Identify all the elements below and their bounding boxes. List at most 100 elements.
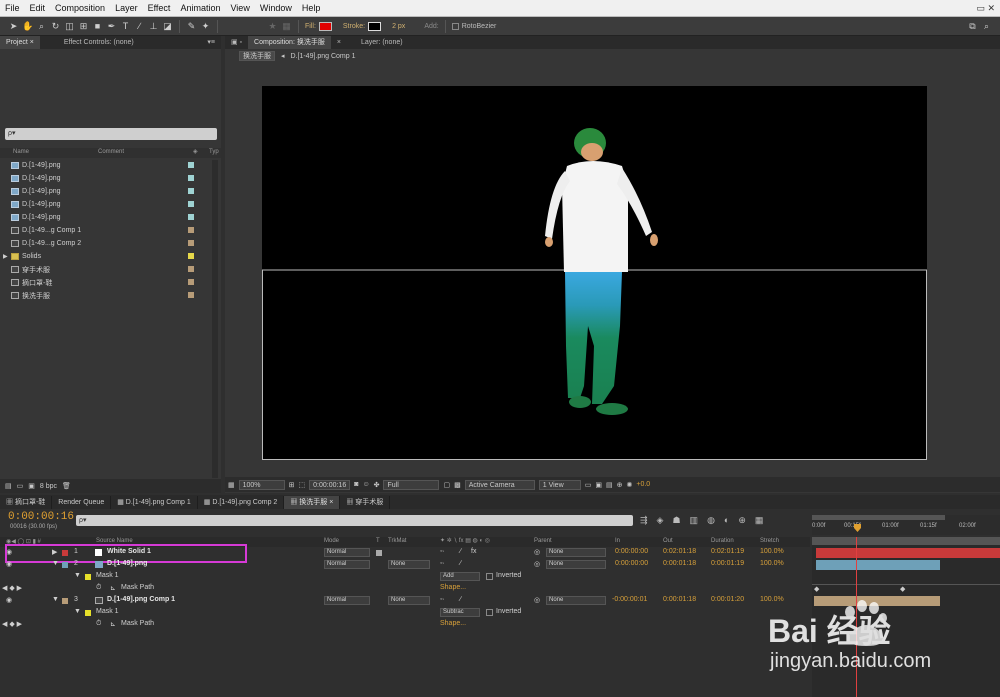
menu-layer[interactable]: Layer	[110, 3, 143, 13]
label-color-swatch[interactable]	[188, 253, 194, 259]
col-duration[interactable]: Duration	[711, 538, 734, 544]
tl-tab-0[interactable]: ▦ 摘口罩-鞋	[0, 495, 53, 509]
auto-keyframe-icon[interactable]: ⊕	[738, 515, 746, 529]
menu-composition[interactable]: Composition	[50, 3, 110, 13]
comp-mini-flowchart-icon[interactable]: ⇶	[640, 515, 648, 529]
parent-pickwhip-icon[interactable]: ◎	[534, 596, 540, 604]
view-layout-dropdown[interactable]: 1 View	[538, 479, 581, 490]
layer-out[interactable]: 0:02:01:18	[663, 548, 696, 555]
inverted-checkbox[interactable]	[486, 573, 493, 580]
workspace-icon[interactable]: ⧉	[967, 21, 978, 32]
col-name[interactable]: Name	[13, 149, 29, 155]
mask-mode-dropdown[interactable]: Subtrac	[440, 608, 480, 617]
project-item[interactable]: D.[1-49].png	[0, 159, 210, 172]
label-color-swatch[interactable]	[188, 292, 194, 298]
parent-pickwhip-icon[interactable]: ◎	[534, 560, 540, 568]
tab-composition[interactable]: Composition: 换洗手服	[248, 36, 331, 49]
project-item[interactable]: D.[1-49].png	[0, 211, 210, 224]
shape-tool-icon[interactable]: ■	[92, 21, 103, 32]
label-color-swatch[interactable]	[188, 266, 194, 272]
layer-out[interactable]: 0:00:01:18	[663, 560, 696, 567]
trkmat-dropdown[interactable]: None	[388, 596, 430, 605]
menu-edit[interactable]: Edit	[25, 3, 51, 13]
motion-blur-icon[interactable]: ◍	[707, 515, 715, 529]
trash-icon[interactable]: 🗑	[62, 482, 71, 490]
label-color-swatch[interactable]	[188, 240, 194, 246]
label-color-swatch[interactable]	[188, 188, 194, 194]
collapse-arrow-icon[interactable]: ▼	[74, 608, 81, 615]
timeline-search-input[interactable]: ρ▾	[76, 515, 633, 526]
resolution-dropdown[interactable]: Full	[383, 479, 440, 490]
tl-tab-5[interactable]: ▦ 穿手术服	[340, 495, 391, 509]
stroke-color-swatch[interactable]	[368, 21, 382, 31]
transparency-grid-icon[interactable]: ▩	[454, 481, 461, 489]
keyframe-diamond-icon[interactable]: ◆	[900, 585, 905, 593]
project-search-input[interactable]: ρ▾	[5, 128, 217, 140]
breadcrumb-subcomp[interactable]: D.[1-49].png Comp 1	[291, 53, 356, 60]
rotobezier-checkbox[interactable]	[451, 22, 459, 30]
draft-3d-icon[interactable]: ◈	[657, 515, 664, 529]
visibility-eye-icon[interactable]: ◉	[6, 560, 12, 568]
trkmat-dropdown[interactable]: None	[388, 560, 430, 569]
new-folder-icon[interactable]: ▭	[17, 482, 24, 490]
layer-stretch[interactable]: 100.0%	[760, 560, 784, 567]
brush-tool-icon[interactable]: ∕	[134, 21, 145, 32]
lock-icon[interactable]: ▣ ▫	[225, 36, 248, 49]
shy-switch-icon[interactable]: ◦·	[440, 596, 445, 603]
mask-label[interactable]: Mask 1	[96, 608, 119, 615]
label-color-swatch[interactable]	[62, 562, 68, 568]
project-item[interactable]: 换洗手服	[0, 289, 210, 302]
keyframe-nav-icon[interactable]: ◀ ◆ ▶	[2, 584, 22, 592]
puppet-tool-icon[interactable]: ✦	[200, 21, 211, 32]
mode-dropdown[interactable]: Normal	[324, 548, 370, 557]
layer-out[interactable]: 0:00:01:18	[663, 596, 696, 603]
stroke-width[interactable]: 2 px	[392, 23, 405, 30]
pen-tool-icon[interactable]: ✒	[106, 21, 117, 32]
exposure-value[interactable]: +0.0	[636, 481, 650, 488]
col-parent[interactable]: Parent	[534, 538, 552, 544]
inverted-checkbox[interactable]	[486, 609, 493, 616]
tl-tab-2[interactable]: ▦ D.[1-49].png Comp 1	[111, 495, 198, 509]
label-color-swatch[interactable]	[188, 214, 194, 220]
new-comp-icon[interactable]: ▣	[28, 482, 35, 490]
tl-tab-active[interactable]: ▦ 换洗手服 ×	[284, 495, 341, 509]
project-item[interactable]: D.[1-49].png	[0, 172, 210, 185]
mask-visibility-icon[interactable]: ⬚	[299, 481, 306, 489]
mask-color-swatch[interactable]	[85, 574, 91, 580]
project-item[interactable]: D.[1-49].png	[0, 198, 210, 211]
label-color-swatch[interactable]	[188, 227, 194, 233]
region-of-interest-icon[interactable]: ▢	[443, 481, 450, 489]
tab-close-icon[interactable]: ×	[331, 36, 347, 49]
eraser-tool-icon[interactable]: ◪	[162, 21, 173, 32]
layer-in[interactable]: 0:00:00:00	[615, 548, 648, 555]
mask-mode-dropdown[interactable]: Add	[440, 572, 480, 581]
breadcrumb-comp[interactable]: 换洗手服	[239, 51, 275, 61]
project-item[interactable]: ▶ Solids	[0, 250, 210, 263]
layer-duration[interactable]: 0:02:01:19	[711, 548, 744, 555]
col-t[interactable]: T	[376, 538, 380, 544]
layer-duration[interactable]: 0:00:01:19	[711, 560, 744, 567]
zoom-dropdown[interactable]: 100%	[238, 479, 285, 490]
tab-project[interactable]: Project ×	[0, 36, 40, 49]
rotate-tool-icon[interactable]: ↻	[50, 21, 61, 32]
menu-view[interactable]: View	[225, 3, 254, 13]
layer-name[interactable]: D.[1-49].png Comp 1	[107, 596, 175, 603]
layer-stretch[interactable]: 100.0%	[760, 548, 784, 555]
window-controls[interactable]: ▭ ✕	[971, 3, 1000, 14]
camera-tool-icon[interactable]: ◫	[64, 21, 75, 32]
tab-layer[interactable]: Layer: (none)	[355, 36, 409, 49]
parent-pickwhip-icon[interactable]: ◎	[534, 548, 540, 556]
interpret-footage-icon[interactable]: ▤	[5, 482, 12, 490]
parent-dropdown[interactable]: None	[546, 548, 606, 557]
layer-row-2[interactable]: ◉ ▼ 2 D.[1-49].png Normal None ◦· ∕ ◎ No…	[0, 559, 810, 571]
menu-window[interactable]: Window	[255, 3, 297, 13]
fast-preview-icon[interactable]: ▣	[595, 481, 602, 489]
project-scrollbar[interactable]	[212, 160, 218, 478]
mask-shape-link[interactable]: Shape...	[440, 620, 466, 627]
channel-icon[interactable]: ✤	[374, 481, 380, 489]
layer-row-3[interactable]: ◉ ▼ 3 D.[1-49].png Comp 1 Normal None ◦·…	[0, 595, 810, 607]
quality-switch-icon[interactable]: ∕	[460, 548, 461, 555]
pan-behind-tool-icon[interactable]: ⊞	[78, 21, 89, 32]
camera-dropdown[interactable]: Active Camera	[464, 479, 535, 490]
visibility-eye-icon[interactable]: ◉	[6, 596, 12, 604]
